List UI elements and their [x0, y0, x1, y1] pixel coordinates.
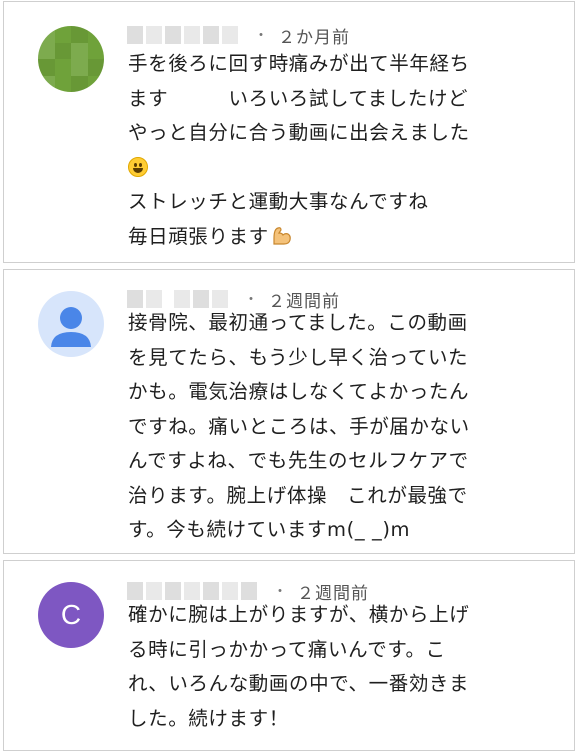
comment-text: 手を後ろに回す時痛みが出て半年経ち ます いろいろ試してましたけど やっと自分に… — [128, 47, 568, 254]
comment-meta: ・ ２か月前 — [127, 23, 350, 48]
comment-timestamp[interactable]: ２か月前 — [278, 23, 350, 48]
comment-line: 毎日頑張ります — [128, 224, 269, 248]
comment-card: C ・ ２週間前 確かに腕は上がりますが、横から上げ る時に引っかかって痛いんで… — [3, 560, 575, 751]
comment-text: 接骨院、最初通ってました。この動画 を見てたら、もう少し早く治っていた かも。電… — [128, 311, 470, 541]
blurred-avatar[interactable] — [38, 26, 104, 92]
person-icon — [51, 307, 91, 347]
letter-avatar[interactable]: C — [38, 582, 104, 648]
comment-line: 手を後ろに回す時痛みが出て半年経ち — [128, 52, 470, 75]
avatar-letter: C — [60, 599, 82, 630]
blurred-author-name[interactable] — [127, 26, 238, 44]
comment-text: 確かに腕は上がりますが、横から上げ る時に引っかかって痛いんです。こ れ、いろん… — [128, 603, 470, 730]
comment-line: ストレッチと運動大事なんですね — [128, 190, 429, 213]
default-avatar[interactable] — [38, 291, 104, 357]
comment-card: ・ ２週間前 接骨院、最初通ってました。この動画 を見てたら、もう少し早く治って… — [3, 269, 575, 554]
comment-line: やっと自分に合う動画に出会えました — [128, 121, 470, 144]
grinning-face-emoji — [128, 156, 148, 177]
comment-line: ます いろいろ試してましたけど — [128, 86, 469, 110]
comment-card: ・ ２か月前 手を後ろに回す時痛みが出て半年経ち ます いろいろ試してましたけど… — [3, 1, 575, 263]
separator-dot: ・ — [254, 28, 268, 44]
flexed-biceps-emoji — [273, 226, 291, 245]
